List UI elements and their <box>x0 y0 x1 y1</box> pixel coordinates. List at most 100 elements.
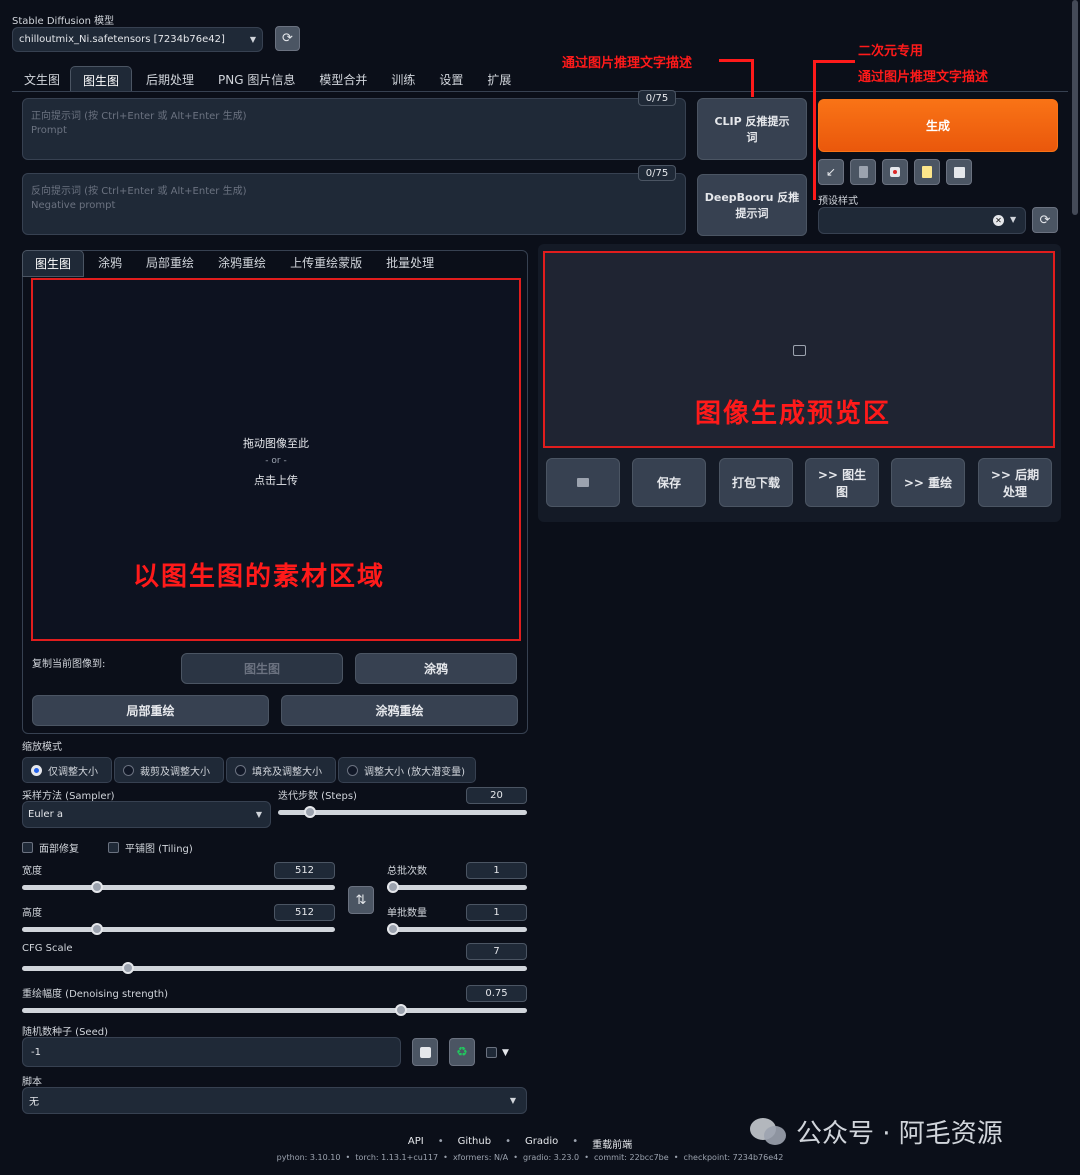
send-to-inpaint-button[interactable]: >> 重绘 <box>891 458 965 507</box>
steps-slider[interactable] <box>278 806 527 818</box>
cfg-slider[interactable] <box>22 962 527 974</box>
img2img-subtabs: 图生图 涂鸦 局部重绘 涂鸦重绘 上传重绘蒙版 批量处理 <box>22 250 446 277</box>
deepbooru-label-2: 提示词 <box>735 207 769 220</box>
steps-input[interactable]: 20 <box>466 787 527 804</box>
batch-size-slider[interactable] <box>387 923 527 935</box>
tab-png-info[interactable]: PNG 图片信息 <box>206 66 307 92</box>
slider-handle[interactable] <box>91 923 104 935</box>
denoise-slider[interactable] <box>22 1004 527 1016</box>
annotation-line-anime-h <box>813 60 855 63</box>
zip-download-button[interactable]: 打包下载 <box>719 458 793 507</box>
script-select[interactable]: 无 ▼ <box>22 1087 527 1114</box>
face-restore-checkbox[interactable]: 面部修复 <box>22 840 79 855</box>
model-select[interactable]: chilloutmix_Ni.safetensors [7234b76e42] … <box>12 27 263 52</box>
subtab-inpaint[interactable]: 局部重绘 <box>134 250 206 277</box>
clip-interrogate-button[interactable]: CLIP 反推提示 词 <box>697 98 807 160</box>
tab-extras[interactable]: 后期处理 <box>132 66 206 92</box>
save-button[interactable]: 保存 <box>632 458 706 507</box>
preset-select[interactable]: ✕ ▼ <box>818 207 1026 234</box>
sampler-select[interactable]: Euler a ▼ <box>22 801 271 828</box>
chevron-down-icon: ▼ <box>1010 215 1017 224</box>
height-slider[interactable] <box>22 923 335 935</box>
subtab-sketch[interactable]: 涂鸦 <box>84 250 134 277</box>
tiling-checkbox[interactable]: 平铺图 (Tiling) <box>108 840 193 855</box>
send-to-img2img-label-1: >> 图生 <box>817 467 867 482</box>
clear-icon[interactable]: ✕ <box>993 215 1004 226</box>
generate-button[interactable]: 生成 <box>818 99 1058 152</box>
subtab-inpaint-sketch[interactable]: 涂鸦重绘 <box>206 250 278 277</box>
tab-merge[interactable]: 模型合并 <box>307 66 379 92</box>
slider-handle[interactable] <box>91 881 104 893</box>
subtab-img2img[interactable]: 图生图 <box>22 250 85 277</box>
slider-handle[interactable] <box>122 962 135 974</box>
height-input[interactable]: 512 <box>274 904 335 921</box>
refresh-icon: ⟳ <box>1039 212 1051 228</box>
copy-to-img2img-button[interactable]: 图生图 <box>181 653 343 684</box>
subtab-batch[interactable]: 批量处理 <box>374 250 446 277</box>
refresh-model-button[interactable]: ⟳ <box>275 26 300 51</box>
random-seed-button[interactable] <box>412 1038 438 1066</box>
resize-option-fill[interactable]: 填充及调整大小 <box>226 757 336 783</box>
paste-params-button[interactable]: ↙ <box>818 159 844 185</box>
resize-option-latent[interactable]: 调整大小 (放大潜变量) <box>338 757 476 783</box>
copy-to-inpaint-sketch-button[interactable]: 涂鸦重绘 <box>281 695 518 726</box>
save-style-button[interactable] <box>946 159 972 185</box>
radio-icon <box>123 764 134 776</box>
apply-style-button[interactable] <box>914 159 940 185</box>
subtab-inpaint-upload[interactable]: 上传重绘蒙版 <box>278 250 374 277</box>
swap-dimensions-button[interactable]: ⇅ <box>348 886 374 914</box>
height-label: 高度 <box>22 908 42 919</box>
image-preview-area: 图像生成预览区 <box>543 251 1055 448</box>
cfg-input[interactable]: 7 <box>466 943 527 960</box>
footer-link-github[interactable]: Github <box>458 1136 491 1151</box>
extra-seed-toggle[interactable]: ▼ <box>486 1047 509 1058</box>
refresh-styles-button[interactable]: ⟳ <box>1032 207 1058 233</box>
footer-link-reload[interactable]: 重载前端 <box>592 1136 632 1151</box>
image-upload-area[interactable]: 拖动图像至此 - or - 点击上传 以图生图的素材区域 <box>31 278 521 641</box>
batch-size-input[interactable]: 1 <box>466 904 527 921</box>
denoise-input[interactable]: 0.75 <box>466 985 527 1002</box>
resize-option-crop[interactable]: 裁剪及调整大小 <box>114 757 224 783</box>
prompt-textarea[interactable]: 正向提示词 (按 Ctrl+Enter 或 Alt+Enter 生成) Prom… <box>22 98 686 160</box>
batch-count-input[interactable]: 1 <box>466 862 527 879</box>
watermark: 公众号 · 阿毛资源 <box>750 1113 1003 1150</box>
sampler-label: 采样方法 (Sampler) <box>22 791 115 802</box>
width-input[interactable]: 512 <box>274 862 335 879</box>
send-to-img2img-button[interactable]: >> 图生 图 <box>805 458 879 507</box>
width-slider[interactable] <box>22 881 335 893</box>
annotation-anime-2: 通过图片推理文字描述 <box>858 70 989 85</box>
open-folder-button[interactable] <box>546 458 620 507</box>
copy-to-sketch-button[interactable]: 涂鸦 <box>355 653 517 684</box>
resize-mode-label: 缩放模式 <box>22 742 62 753</box>
clip-label-2: 词 <box>746 131 758 144</box>
footer-link-gradio[interactable]: Gradio <box>525 1136 558 1151</box>
seed-input[interactable]: -1 <box>22 1037 401 1067</box>
radio-icon <box>235 764 246 776</box>
footer-link-api[interactable]: API <box>408 1136 424 1151</box>
copy-to-inpaint-button[interactable]: 局部重绘 <box>32 695 269 726</box>
resize-option-just-resize[interactable]: 仅调整大小 <box>22 757 112 783</box>
slider-handle[interactable] <box>387 923 399 935</box>
checkbox-icon <box>486 1047 497 1058</box>
send-to-extras-button[interactable]: >> 后期 处理 <box>978 458 1052 507</box>
batch-count-label: 总批次数 <box>387 866 427 877</box>
tab-txt2img[interactable]: 文生图 <box>14 66 70 92</box>
extra-networks-button[interactable] <box>882 159 908 185</box>
tab-train[interactable]: 训练 <box>379 66 427 92</box>
deepbooru-interrogate-button[interactable]: DeepBooru 反推 提示词 <box>697 174 807 236</box>
refresh-icon: ⟳ <box>282 31 293 46</box>
page-scrollbar[interactable] <box>1072 0 1078 215</box>
swap-icon: ⇅ <box>355 892 367 908</box>
slider-handle[interactable] <box>304 806 317 818</box>
tab-img2img[interactable]: 图生图 <box>70 66 133 92</box>
negative-prompt-textarea[interactable]: 反向提示词 (按 Ctrl+Enter 或 Alt+Enter 生成) Nega… <box>22 173 686 235</box>
slider-handle[interactable] <box>387 881 399 893</box>
tab-divider <box>12 91 1068 92</box>
upload-click-text: 点击上传 <box>254 474 298 487</box>
clear-prompt-button[interactable] <box>850 159 876 185</box>
tab-settings[interactable]: 设置 <box>427 66 475 92</box>
slider-handle[interactable] <box>394 1004 407 1016</box>
tab-extensions[interactable]: 扩展 <box>475 66 523 92</box>
reuse-seed-button[interactable]: ♻ <box>449 1038 475 1066</box>
batch-count-slider[interactable] <box>387 881 527 893</box>
